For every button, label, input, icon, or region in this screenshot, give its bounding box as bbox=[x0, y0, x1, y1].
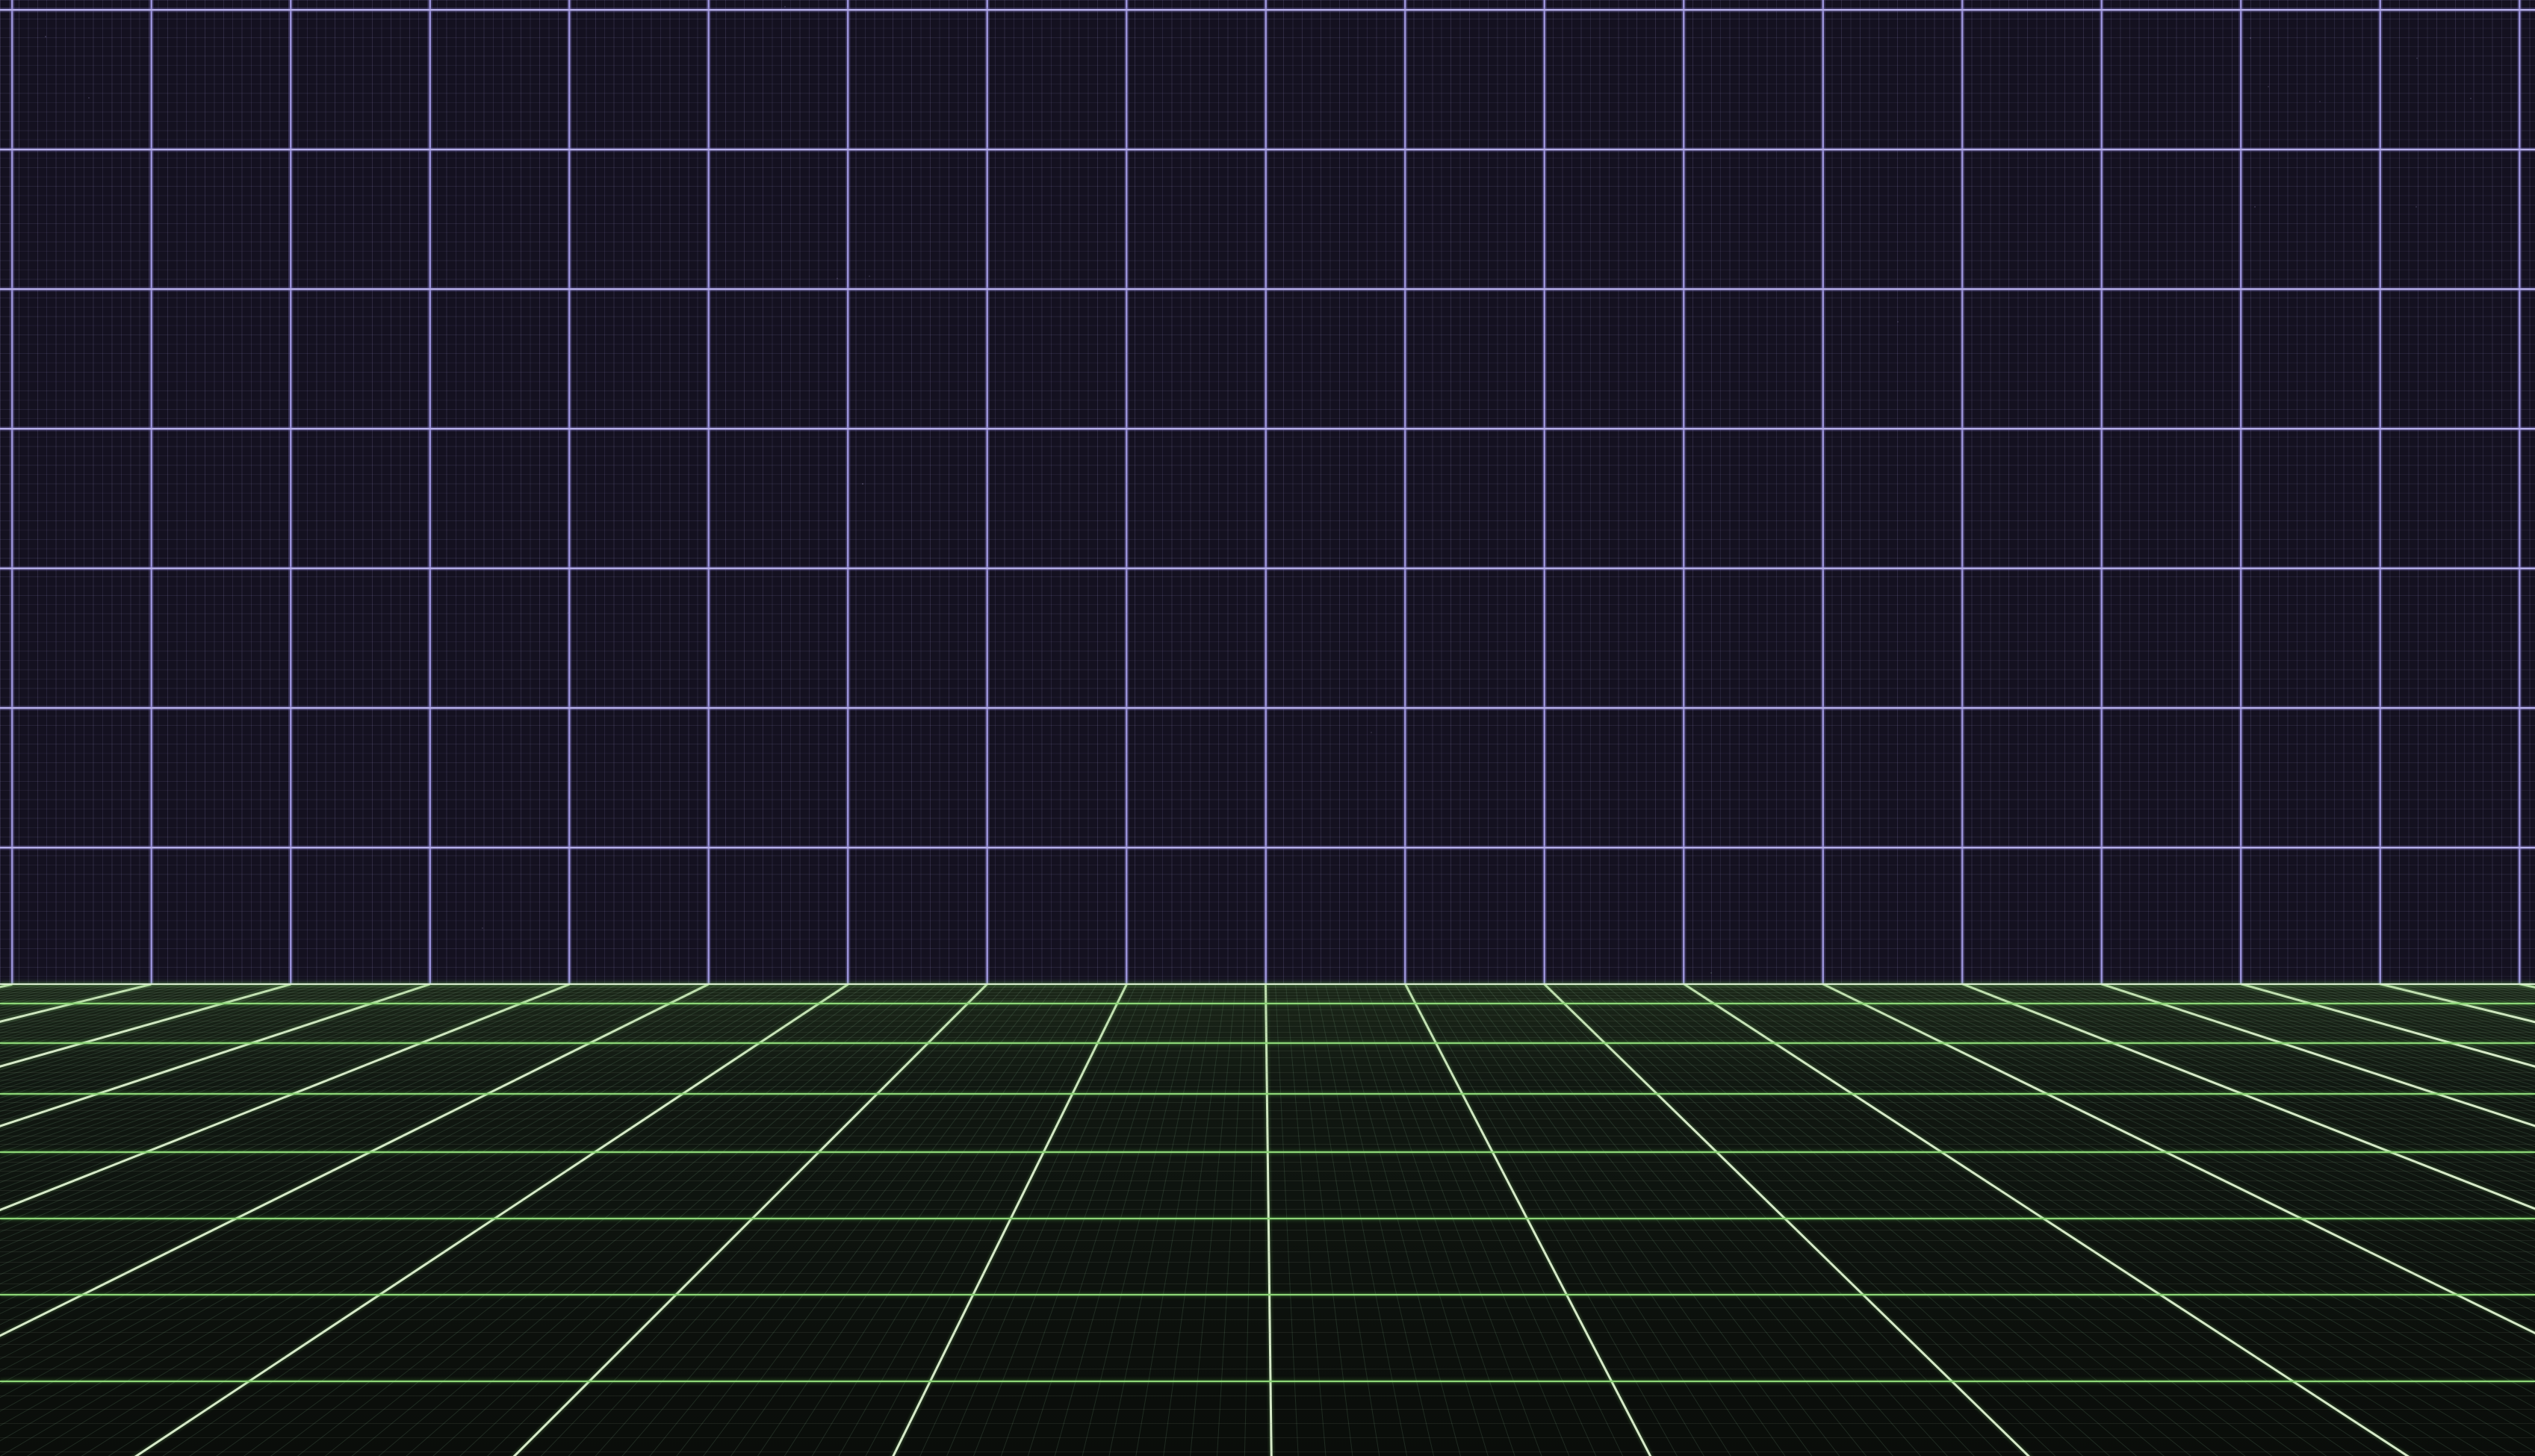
floor-fine-row-line bbox=[0, 1251, 2535, 1252]
floor-radial-fine-line bbox=[0, 984, 698, 1456]
floor-fine-row-line bbox=[0, 1209, 2535, 1210]
floor-radial-fine-line bbox=[1465, 984, 2535, 1456]
floor-radial-fine-line bbox=[0, 984, 1037, 1456]
floor-fine-row-line bbox=[0, 987, 2535, 988]
floor-fine-row-line bbox=[0, 995, 2535, 996]
floor-fine-row-line bbox=[0, 1057, 2535, 1058]
floor-radial-fine-line bbox=[0, 984, 898, 1456]
noise-speck bbox=[2268, 86, 2269, 87]
noise-speck bbox=[1710, 972, 1712, 974]
noise-speck bbox=[2250, 37, 2251, 39]
floor-fine-row-line bbox=[0, 1072, 2535, 1073]
floor-fine-row-line bbox=[0, 1032, 2535, 1033]
floor-fine-row-line bbox=[0, 1190, 2535, 1191]
floor-fine-row-line bbox=[0, 1262, 2535, 1263]
floor-major-row-line bbox=[0, 1218, 2535, 1219]
noise-speck bbox=[869, 276, 870, 277]
floor-fine-row-line bbox=[0, 1409, 2535, 1410]
floor-radial-major-line bbox=[1265, 984, 1294, 1456]
floor-fine-row-line bbox=[0, 1180, 2535, 1181]
noise-speck bbox=[2470, 98, 2472, 99]
wall-grid bbox=[0, 0, 2535, 984]
noise-speck bbox=[88, 97, 90, 99]
floor-fine-row-line bbox=[0, 1144, 2535, 1145]
floor-fine-row-line bbox=[0, 1437, 2535, 1438]
floor-radial-fine-line bbox=[0, 984, 719, 1456]
floor-radial-fine-line bbox=[1325, 984, 1827, 1456]
floor-fine-row-line bbox=[0, 989, 2535, 990]
floor-radial-fine-line bbox=[1415, 984, 2503, 1456]
floor-radial-fine-line bbox=[1564, 984, 2535, 1456]
floor-fine-row-line bbox=[0, 1037, 2535, 1038]
floor-fine-row-line bbox=[0, 1127, 2535, 1128]
floor-radial-fine-line bbox=[2320, 984, 2535, 1456]
floor-radial-fine-line bbox=[2041, 984, 2535, 1456]
noise-speck bbox=[568, 612, 569, 614]
floor-radial-fine-line bbox=[0, 984, 1067, 1456]
floor-grid bbox=[0, 984, 2535, 1456]
floor-fine-row-line bbox=[0, 1162, 2535, 1163]
noise-speck bbox=[50, 149, 52, 151]
noise-speck bbox=[2415, 206, 2417, 208]
floor-fine-row-line bbox=[0, 1273, 2535, 1274]
floor-major-row-line bbox=[0, 1042, 2535, 1044]
floor-fine-row-line bbox=[0, 1102, 2535, 1103]
noise-speck bbox=[2254, 206, 2256, 208]
noise-speck bbox=[784, 6, 786, 7]
noise-speck bbox=[707, 959, 709, 960]
floor-fine-row-line bbox=[0, 1307, 2535, 1308]
floor-fine-row-line bbox=[0, 1423, 2535, 1424]
floor-radial-fine-line bbox=[1534, 984, 2535, 1456]
floor-radial-fine-line bbox=[1893, 984, 2535, 1456]
floor-radial-fine-line bbox=[1295, 984, 1565, 1456]
floor-major-row-line bbox=[0, 1003, 2535, 1004]
floor-fine-row-line bbox=[0, 1110, 2535, 1111]
noise-speck bbox=[2319, 101, 2321, 102]
floor-fine-row-line bbox=[0, 1332, 2535, 1333]
floor-fine-row-line bbox=[0, 1026, 2535, 1027]
floor-fine-row-line bbox=[0, 1230, 2535, 1231]
noise-speck bbox=[862, 483, 863, 485]
floor-radial-major-line bbox=[0, 984, 291, 1456]
floor-fine-row-line bbox=[0, 1344, 2535, 1345]
noise-speck bbox=[837, 278, 838, 279]
noise-speck bbox=[45, 36, 46, 37]
floor-radial-fine-line bbox=[1375, 984, 2227, 1456]
noise-speck bbox=[482, 927, 483, 929]
floor-radial-fine-line bbox=[1365, 984, 2150, 1456]
synthwave-grid-background bbox=[0, 0, 2535, 1456]
floor-major-row-line bbox=[0, 1151, 2535, 1153]
horizon-line bbox=[0, 983, 2535, 986]
floor-radial-fine-line bbox=[1643, 984, 2535, 1456]
noise-speck bbox=[1897, 321, 1899, 323]
floor-fine-row-line bbox=[0, 1171, 2535, 1172]
floor-radial-fine-line bbox=[0, 984, 211, 1456]
floor-radial-fine-line bbox=[2390, 984, 2535, 1456]
floor-fine-row-line bbox=[0, 1009, 2535, 1010]
floor-radial-fine-line bbox=[426, 984, 1166, 1456]
floor-radial-fine-line bbox=[0, 984, 888, 1456]
floor-fine-row-line bbox=[0, 992, 2535, 993]
noise-speck bbox=[1371, 732, 1372, 733]
floor-fine-row-line bbox=[0, 1200, 2535, 1201]
floor-fine-row-line bbox=[0, 1240, 2535, 1241]
floor-fine-row-line bbox=[0, 1086, 2535, 1087]
floor-fine-row-line bbox=[0, 1319, 2535, 1320]
noise-speck bbox=[2416, 57, 2418, 59]
floor-fine-row-line bbox=[0, 998, 2535, 999]
floor-major-row-line bbox=[0, 1294, 2535, 1295]
floor-radial-fine-line bbox=[1713, 984, 2535, 1456]
floor-major-row-line bbox=[0, 1381, 2535, 1382]
floor-major-row-line bbox=[0, 1093, 2535, 1095]
